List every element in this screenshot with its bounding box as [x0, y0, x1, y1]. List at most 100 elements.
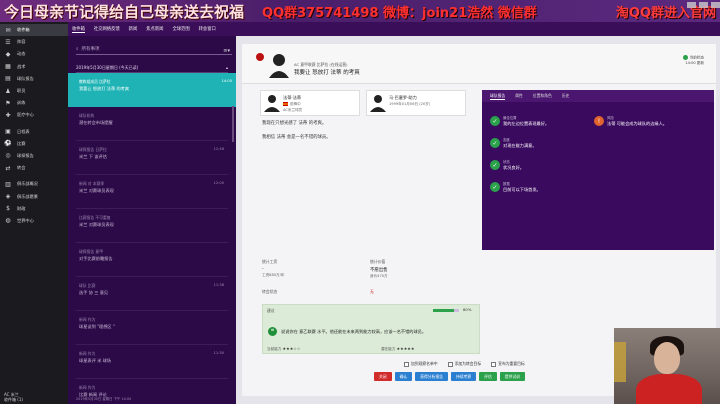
tab-5[interactable]: 转会窗口 [199, 26, 216, 32]
sidebar-item-match[interactable]: ⚽ 比赛 [0, 138, 68, 150]
sidebar-item-squad[interactable]: ☰ 阵容 [0, 36, 68, 48]
action-button-0[interactable]: 关闭 [374, 372, 392, 381]
report-tab-2[interactable]: 位置和角色 [533, 93, 552, 99]
report-item-text: 我的左边位置表现最好。 [503, 120, 550, 126]
message-subject: 对手比赛前瞻报告 [79, 256, 113, 261]
check-icon: ✓ [490, 182, 500, 192]
report-item-text: 对现在能力满意。 [503, 142, 537, 148]
sidebar-item-label: 战术 [17, 63, 26, 69]
training-icon: ⚑ [5, 99, 11, 107]
vision-icon: ◈ [5, 193, 11, 201]
action-button-3[interactable]: 持续考察 [450, 372, 477, 381]
message-sender: 新闻 作为 [79, 385, 96, 390]
report-tab-0[interactable]: 球队报告 [490, 93, 506, 100]
sidebar-item-label: 财政 [17, 205, 26, 211]
checkbox-label: 加到观察名单中 [411, 361, 438, 366]
sidebar-item-inbox[interactable]: ✉ 收件箱 [0, 24, 68, 37]
action-button-2[interactable]: 获得分析报告 [415, 372, 448, 381]
coach-card[interactable]: 马·巴塞罗·助力 1999年01月06日 (20岁) [366, 90, 466, 116]
sidebar-item-label: 阵容 [17, 39, 26, 45]
sidebar: ✉ 收件箱 ☰ 阵容 ◆ 动态 ▦ 战术 ▤ 球队报告 ♟ 职员 ⚑ 训练 ✚ 医疗中心 ▣ 日程表 ⚽ 比赛 ◎ 球探报… [0, 0, 68, 404]
medical-icon: ✚ [5, 111, 11, 119]
message-subject: 选手 协 三 意见 [79, 290, 109, 295]
tab-0[interactable]: 收件箱 [72, 26, 85, 33]
sidebar-item-finance[interactable]: $ 财政 [0, 203, 68, 215]
message-sender: 教练组成员 比萨拉 [79, 79, 111, 84]
recommendation-progress [433, 309, 459, 312]
sidebar-item-tactics[interactable]: ▦ 战术 [0, 61, 68, 73]
chevron-up-icon: ▴ [225, 65, 228, 70]
message-group-header[interactable]: 2019年5月30日星期日 (今天已读) ▴ [76, 63, 228, 73]
option-checkbox[interactable]: 添加为转会目标 [447, 361, 482, 367]
message-sender: 新闻 作为 [79, 351, 96, 356]
sidebar-item-label: 转会 [17, 165, 26, 171]
sidebar-item-scouting[interactable]: ◎ 球探报告 [0, 150, 68, 162]
club-crest-icon [256, 53, 264, 61]
player-card[interactable]: 法蒂·法蒂 前锋中 AC米兰球员 [260, 90, 360, 116]
scrollbar[interactable] [232, 106, 234, 142]
sidebar-item-vision[interactable]: ◈ 俱乐部愿景 [0, 190, 68, 202]
sidebar-item-club-info[interactable]: ▥ 俱乐部概况 [0, 178, 68, 190]
list-item[interactable]: 球探报告 意甲 对手比赛前瞻报告 [76, 243, 228, 277]
stat-transfer-status-label: 转会状态 [262, 289, 278, 294]
sidebar-item-staff[interactable]: ♟ 职员 [0, 85, 68, 97]
tab-2[interactable]: 新闻 [129, 26, 138, 32]
window-controls[interactable] [687, 2, 720, 8]
check-icon: ✓ [490, 138, 500, 148]
action-button-4[interactable]: 评估 [479, 372, 497, 381]
sidebar-item-label: 俱乐部概况 [17, 181, 38, 187]
sidebar-item-report[interactable]: ▤ 球队报告 [0, 73, 68, 85]
checkbox-icon[interactable] [447, 361, 453, 367]
stat-wage: 统计工资 - 工资880万/年 [262, 259, 285, 277]
sidebar-item-schedule[interactable]: ▣ 日程表 [0, 126, 68, 138]
list-item[interactable]: 新闻 作为 球星表评 米 球场 11:30 [76, 345, 228, 379]
option-checkbox[interactable]: 宣布为重要目标 [491, 361, 525, 367]
player-avatar [264, 95, 280, 112]
tab-4[interactable]: 全球范围 [172, 26, 189, 32]
sidebar-footer[interactable]: AC 米兰 收件箱 (1) [4, 392, 23, 402]
current-ability: 当前能力 ★★★☆☆ [267, 346, 301, 351]
list-item[interactable]: 教练组成员 比萨拉 我要让 怒放打 法蒂 的考爽 14:00 [68, 73, 236, 107]
action-button-5[interactable]: 提供试训 [499, 372, 525, 381]
message-subject: 米兰 对赛球员表现 [79, 188, 114, 193]
message-sender: 球队 比赛 [79, 283, 96, 288]
message-sender: 新闻 对 本赛季 [79, 181, 105, 186]
filter-icon[interactable]: ≡▾ [223, 48, 230, 54]
report-tab-1[interactable]: 属性 [515, 93, 523, 99]
list-item[interactable]: 比赛报告 不可重复 米兰 对赛球员表现 [76, 209, 228, 243]
inbox-icon: ✉ [5, 26, 11, 34]
list-item[interactable]: 新闻 对 本赛季米兰 对赛球员表现 12:00 [76, 175, 228, 209]
player-name: 法蒂·法蒂 [283, 95, 302, 100]
checkbox-icon[interactable] [491, 361, 497, 367]
stat-transfer-status-value: 无 [370, 289, 374, 294]
checkbox-icon[interactable] [404, 361, 409, 367]
recommendation-percent: 80% [463, 307, 472, 312]
list-item[interactable]: 新闻 作为 球星谈到 "理想区 " [76, 311, 228, 345]
report-panel: 球队报告 属性 位置和角色 历史 ✓ 最佳位置 我的左边位置表现最好。 ✓ 态度 对现在能力满意… [482, 90, 714, 250]
search-icon: ⌕ [76, 47, 79, 52]
list-item[interactable]: 球探报告 日萨拉 米兰 下 该评估 12:48 [76, 141, 228, 175]
sidebar-item-transfer[interactable]: ⇄ 转会 [0, 162, 68, 174]
list-item[interactable]: 球队 比赛 选手 协 三 意见 11:38 [76, 277, 228, 311]
tab-1[interactable]: 社交网络反馈 [94, 26, 120, 32]
search-input[interactable]: ⌕ 所有事项 [76, 44, 232, 55]
star-rating-icon: ★★★☆☆ [282, 346, 301, 351]
streamer-webcam [614, 328, 720, 404]
sidebar-item-label: 比赛 [17, 140, 26, 146]
tab-3[interactable]: 焦点新闻 [146, 26, 163, 32]
list-item[interactable]: 球队机构 潜在转会市场提醒 [76, 107, 228, 141]
message-subject: 我要让 怒放打 法蒂 的考爽 [79, 86, 130, 91]
message-time: 12:00 [213, 181, 224, 185]
message-subject: 球星谈到 "理想区 " [79, 324, 115, 329]
overlay-mid-text: QQ群375741498 微博：join21浩然 微信群 [262, 5, 537, 21]
checkbox-label: 添加为转会目标 [454, 361, 482, 366]
action-button-1[interactable]: 确认 [394, 372, 413, 381]
sidebar-item-label: 俱乐部愿景 [17, 193, 38, 199]
sidebar-item-medical[interactable]: ✚ 医疗中心 [0, 109, 68, 121]
report-tab-3[interactable]: 历史 [562, 93, 570, 99]
sidebar-item-training[interactable]: ⚑ 训练 [0, 97, 68, 109]
sidebar-item-dynamics[interactable]: ◆ 动态 [0, 48, 68, 60]
sidebar-item-world[interactable]: ◍ 世界中心 [0, 215, 68, 227]
report-icon: ▤ [5, 75, 11, 83]
option-checkbox[interactable]: 加到观察名单中 [404, 361, 438, 367]
